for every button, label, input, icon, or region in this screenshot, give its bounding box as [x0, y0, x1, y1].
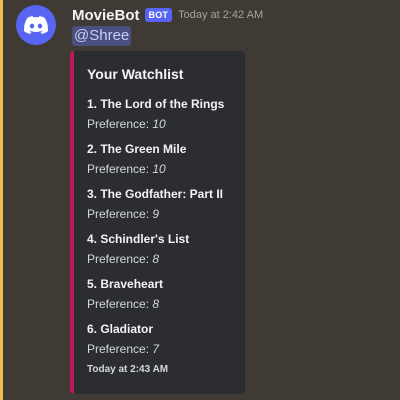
embed-footer-timestamp: Today at 2:43 AM	[87, 364, 169, 375]
preference-line: Preference: 9	[87, 206, 239, 222]
movie-title: 6. Gladiator	[87, 322, 154, 336]
movie-title: 3. The Godfather: Part II	[87, 187, 224, 201]
watchlist-item: 3. The Godfather: Part II Preference: 9	[87, 186, 239, 231]
preference-line: Preference: 10	[87, 116, 239, 132]
user-mention[interactable]: @Shree	[72, 26, 132, 46]
preference-value: 8	[152, 252, 160, 266]
author-name[interactable]: MovieBot	[72, 7, 140, 24]
watchlist-embed: Your Watchlist 1. The Lord of the Rings …	[70, 51, 245, 394]
preference-line: Preference: 10	[87, 161, 239, 177]
preference-label: Preference:	[87, 162, 153, 176]
preference-line: Preference: 7	[87, 341, 239, 357]
message-timestamp: Today at 2:42 AM	[178, 9, 264, 21]
mention-highlight-bar	[0, 0, 3, 400]
watchlist-item: 6. Gladiator Preference: 7	[87, 321, 239, 366]
watchlist-item: 2. The Green Mile Preference: 10	[87, 141, 239, 186]
movie-title: 2. The Green Mile	[87, 142, 187, 156]
embed-title: Your Watchlist	[87, 66, 184, 82]
preference-label: Preference:	[87, 297, 153, 311]
movie-title: 5. Braveheart	[87, 277, 164, 291]
preference-value: 9	[152, 207, 160, 221]
watchlist-entries: 1. The Lord of the Rings Preference: 10 …	[87, 96, 239, 366]
bot-badge: BOT	[144, 8, 173, 22]
preference-label: Preference:	[87, 117, 153, 131]
watchlist-item: 1. The Lord of the Rings Preference: 10	[87, 96, 239, 141]
preference-label: Preference:	[87, 252, 153, 266]
preference-label: Preference:	[87, 207, 153, 221]
preference-value: 10	[152, 162, 166, 176]
preference-value: 8	[152, 297, 160, 311]
movie-title: 4. Schindler's List	[87, 232, 190, 246]
movie-title: 1. The Lord of the Rings	[87, 97, 225, 111]
preference-value: 7	[152, 342, 160, 356]
watchlist-item: 5. Braveheart Preference: 8	[87, 276, 239, 321]
embed-accent-bar	[70, 51, 74, 394]
preference-line: Preference: 8	[87, 296, 239, 312]
preference-label: Preference:	[87, 342, 153, 356]
message-header: MovieBot BOT Today at 2:42 AM	[72, 5, 263, 25]
preference-value: 10	[152, 117, 166, 131]
avatar[interactable]	[16, 5, 56, 45]
watchlist-item: 4. Schindler's List Preference: 8	[87, 231, 239, 276]
chat-message: MovieBot BOT Today at 2:42 AM @Shree You…	[0, 0, 400, 400]
discord-logo-icon	[24, 16, 48, 34]
preference-line: Preference: 8	[87, 251, 239, 267]
